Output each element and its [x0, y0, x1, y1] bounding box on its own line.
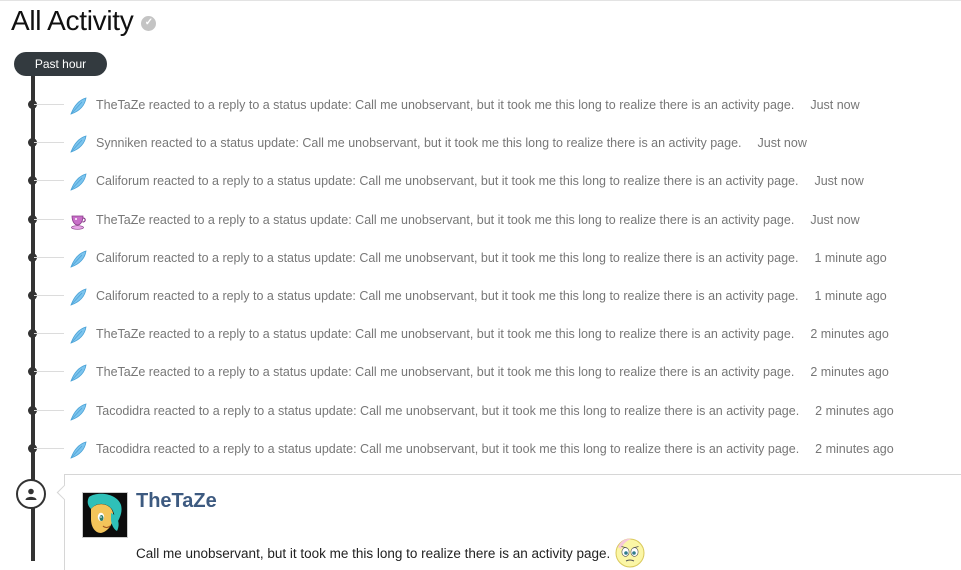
feather-reaction-icon: [70, 441, 87, 459]
page-title: All Activity: [11, 5, 134, 36]
activity-text: Tacodidra reacted to a reply to a status…: [96, 403, 800, 418]
activity-link[interactable]: Califorum reacted to a reply to a status…: [96, 289, 887, 303]
connector-line: [34, 409, 64, 411]
activity-text: TheTaZe reacted to a reply to a status u…: [96, 212, 795, 227]
activity-link[interactable]: Califorum reacted to a reply to a status…: [96, 251, 887, 265]
feather-reaction-icon: [70, 97, 87, 115]
feather-reaction-icon: [70, 326, 87, 344]
activity-text: TheTaZe reacted to a reply to a status u…: [96, 98, 795, 112]
author-name-link[interactable]: TheTaZe: [136, 490, 217, 513]
activity-item: TheTaZe reacted to a reply to a status u…: [0, 86, 961, 124]
feather-reaction-icon: [70, 288, 87, 306]
feather-reaction-icon: [70, 364, 87, 382]
page-header: All Activity ✓: [11, 4, 157, 38]
activity-time: Just now: [810, 98, 860, 112]
connector-line: [34, 294, 64, 296]
activity-item: Califorum reacted to a reply to a status…: [0, 239, 961, 277]
status-update-text: Call me unobservant, but it took me this…: [136, 545, 611, 561]
activity-item: Tacodidra reacted to a reply to a status…: [0, 430, 961, 468]
activity-time: Just now: [757, 136, 807, 151]
activity-link[interactable]: Tacodidra reacted to a reply to a status…: [96, 442, 894, 456]
avatar[interactable]: [82, 492, 128, 538]
activity-time: 2 minutes ago: [810, 327, 889, 342]
activity-text: Califorum reacted to a reply to a status…: [96, 288, 799, 303]
feather-reaction-icon: [70, 173, 87, 192]
top-divider: [0, 0, 961, 1]
activity-link[interactable]: TheTaZe reacted to a reply to a status u…: [96, 365, 889, 379]
activity-text: Tacodidra reacted to a reply to a status…: [96, 441, 800, 456]
activity-time: 2 minutes ago: [815, 441, 894, 456]
connector-line: [34, 371, 64, 373]
connector-line: [34, 104, 64, 105]
activity-item: TheTaZe reacted to a reply to a status u…: [0, 353, 961, 391]
connector-line: [34, 333, 64, 335]
activity-text: TheTaZe reacted to a reply to a status u…: [96, 327, 795, 342]
activity-link[interactable]: Tacodidra reacted to a reply to a status…: [96, 404, 894, 418]
activity-time: Just now: [814, 174, 864, 189]
activity-time: 1 minute ago: [814, 250, 887, 265]
activity-item: Synniken reacted to a status update: Cal…: [0, 124, 961, 162]
worried-pony-emoticon-icon: [615, 538, 645, 568]
feather-reaction-icon: [70, 135, 87, 153]
connector-line: [34, 142, 64, 144]
activity-list: TheTaZe reacted to a reply to a status u…: [0, 86, 961, 468]
feather-reaction-icon: [70, 250, 87, 268]
user-icon: [16, 479, 46, 509]
connector-line: [34, 256, 64, 258]
connector-line: [34, 180, 64, 182]
activity-item: Tacodidra reacted to a reply to a status…: [0, 392, 961, 430]
check-circle-icon: ✓: [141, 15, 157, 31]
activity-item: Califorum reacted to a reply to a status…: [0, 277, 961, 315]
activity-time: 2 minutes ago: [815, 403, 894, 418]
activity-time: 2 minutes ago: [810, 365, 889, 380]
feather-reaction-icon: [70, 402, 87, 421]
activity-link[interactable]: Califorum reacted to a reply to a status…: [96, 174, 864, 188]
connector-line: [34, 218, 64, 220]
time-period-label: Past hour: [14, 52, 107, 76]
activity-text: Califorum reacted to a reply to a status…: [96, 250, 799, 265]
activity-link[interactable]: Synniken reacted to a status update: Cal…: [96, 136, 807, 150]
activity-text: Synniken reacted to a status update: Cal…: [96, 136, 742, 151]
activity-time: 1 minute ago: [814, 288, 887, 303]
activity-link[interactable]: TheTaZe reacted to a reply to a status u…: [96, 213, 860, 227]
activity-text: TheTaZe reacted to a reply to a status u…: [96, 365, 795, 380]
activity-time: Just now: [810, 212, 860, 227]
status-update-body: Call me unobservant, but it took me this…: [136, 537, 646, 569]
activity-item: Califorum reacted to a reply to a status…: [0, 162, 961, 200]
activity-link[interactable]: TheTaZe reacted to a reply to a status u…: [96, 327, 889, 341]
activity-link[interactable]: TheTaZe reacted to a reply to a status u…: [96, 98, 860, 112]
teacup-reaction-icon: [71, 215, 86, 230]
activity-item: TheTaZe reacted to a reply to a status u…: [0, 315, 961, 353]
activity-item: TheTaZe reacted to a reply to a status u…: [0, 201, 961, 239]
connector-line: [34, 447, 64, 449]
activity-text: Califorum reacted to a reply to a status…: [96, 174, 799, 189]
